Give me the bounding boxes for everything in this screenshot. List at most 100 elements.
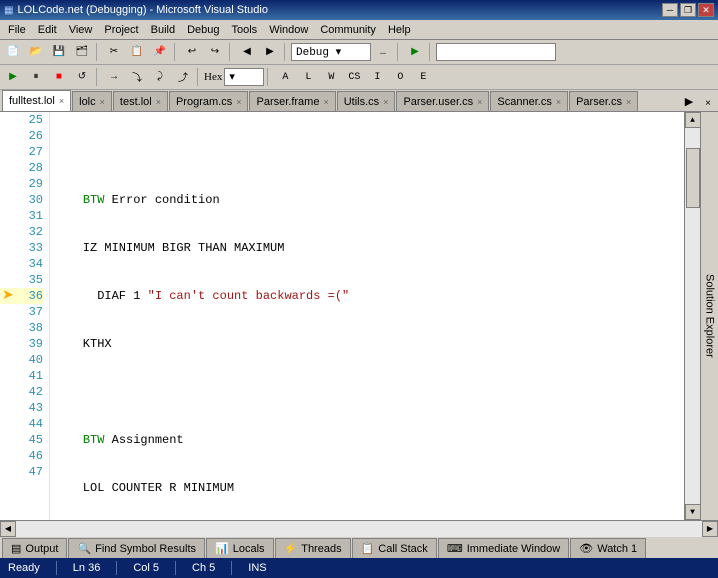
status-sep1 [56,561,57,575]
tab-parser-cs[interactable]: Parser.cs × [569,91,638,111]
callstack-btn[interactable]: CS [343,67,365,87]
menu-item-community[interactable]: Community [314,21,382,39]
undo-btn[interactable]: ↩ [181,42,203,62]
debug-toolbar: ▶ ⏸ ■ ↺ → ⤵ ⤸ ⤴ Hex ▾ A L W CS I O E [0,65,718,90]
debug-restart-btn[interactable]: ↺ [71,67,93,87]
tab-scanner-cs[interactable]: Scanner.cs × [490,91,568,111]
tab-close-btn[interactable]: × [383,97,388,107]
status-ready: Ready [8,562,40,574]
tab-close-btn[interactable]: × [156,97,161,107]
tab-output[interactable]: ▤ Output [2,538,67,558]
menu-item-build[interactable]: Build [145,21,181,39]
tab-immediate-window[interactable]: ⌨ Immediate Window [438,538,569,558]
immediate-btn[interactable]: I [366,67,388,87]
tab-close-btn[interactable]: × [323,97,328,107]
tab-call-stack[interactable]: 📋 Call Stack [352,538,437,558]
tab-program-cs[interactable]: Program.cs × [169,91,249,111]
tab-locals[interactable]: 📊 Locals [206,538,274,558]
menu-item-view[interactable]: View [63,21,99,39]
horizontal-scrollbar[interactable]: ◀ ▶ [0,520,718,536]
nav-fwd-btn[interactable]: ▶ [259,42,281,62]
code-content[interactable]: BTW Error condition IZ MINIMUM BIGR THAN… [50,112,684,520]
find-dropdown[interactable] [436,43,556,61]
close-button[interactable]: ✕ [698,3,714,17]
menu-item-debug[interactable]: Debug [181,21,225,39]
menu-item-edit[interactable]: Edit [32,21,63,39]
debug-stop-btn[interactable]: ■ [48,67,70,87]
tab-watch-1[interactable]: 👁 Watch 1 [570,538,646,558]
tab-test-lol[interactable]: test.lol × [113,91,168,111]
h-scroll-track[interactable] [16,521,702,537]
cut-btn[interactable]: ✂ [103,42,125,62]
tab-parser-user-cs[interactable]: Parser.user.cs × [396,91,489,111]
step-in-btn[interactable]: ⤵ [126,67,148,87]
open-btn[interactable]: 📂 [25,42,47,62]
autos-btn[interactable]: A [274,67,296,87]
tab-close-btn[interactable]: × [59,96,64,106]
status-ln: Ln 36 [73,562,101,574]
tab-close-btn[interactable]: × [477,97,482,107]
start-btn[interactable]: ▶ [404,42,426,62]
solution-explorer-panel[interactable]: Solution Explorer [700,112,718,520]
show-next-stmt-btn[interactable]: → [103,67,125,87]
code-line-29: KTHX [54,336,680,352]
nav-back-btn[interactable]: ◀ [236,42,258,62]
menu-item-project[interactable]: Project [98,21,144,39]
tab-parser-frame[interactable]: Parser.frame × [249,91,335,111]
save-all-btn[interactable]: 🗂 [71,42,93,62]
solution-explorer-label: Solution Explorer [704,274,716,358]
scroll-down-btn[interactable]: ▼ [685,504,701,520]
close-editor-btn[interactable]: × [700,95,716,111]
locals-btn[interactable]: L [297,67,319,87]
tab-find-symbol-results[interactable]: 🔍 Find Symbol Results [68,538,205,558]
menu-item-help[interactable]: Help [382,21,417,39]
scroll-left-btn[interactable]: ◀ [0,521,16,537]
tab-fulltest-lol[interactable]: fulltest.lol × [2,90,71,111]
window-controls: ─ ❐ ✕ [662,3,714,17]
redo-btn[interactable]: ↪ [204,42,226,62]
debug-pause-btn[interactable]: ⏸ [25,67,47,87]
editor-tab-bar: fulltest.lol × lolc × test.lol × Program… [0,90,718,112]
more-btn[interactable]: … [372,42,394,62]
sep4 [284,43,288,61]
new-file-btn[interactable]: 📄 [2,42,24,62]
output-btn[interactable]: O [389,67,411,87]
step-out-btn[interactable]: ⤴ [172,67,194,87]
tab-utils-cs[interactable]: Utils.cs × [337,91,396,111]
scroll-right-btn[interactable]: ▶ [702,521,718,537]
watch-btn[interactable]: W [320,67,342,87]
editor-area: ➤ 25 26 27 28 29 30 31 32 33 34 35 36 37… [0,112,718,520]
code-line-25 [54,144,680,160]
menu-item-window[interactable]: Window [263,21,314,39]
tab-close-btn[interactable]: × [556,97,561,107]
scroll-track[interactable] [685,128,701,504]
app-icon: ▦ [4,5,13,16]
minimize-button[interactable]: ─ [662,3,678,17]
code-line-28: DIAF 1 "I can't count backwards =(" [54,288,680,304]
tab-close-btn[interactable]: × [626,97,631,107]
copy-btn[interactable]: 📋 [126,42,148,62]
scroll-thumb[interactable] [686,148,700,208]
tab-lolc[interactable]: lolc × [72,91,112,111]
save-btn[interactable]: 💾 [48,42,70,62]
paste-btn[interactable]: 📌 [149,42,171,62]
hex-dropdown[interactable]: ▾ [224,68,264,86]
debug-play-btn[interactable]: ▶ [2,67,24,87]
menu-item-file[interactable]: File [2,21,32,39]
hex-toggle-group: Hex ▾ [204,68,264,86]
tab-scroll-right[interactable]: ▶ [681,91,697,111]
tab-threads[interactable]: ⚡ Threads [275,538,351,558]
exceptions-btn[interactable]: E [412,67,434,87]
menu-item-tools[interactable]: Tools [226,21,264,39]
tab-close-btn[interactable]: × [100,97,105,107]
tab-label: fulltest.lol [9,95,55,107]
scroll-up-btn[interactable]: ▲ [685,112,701,128]
code-line-27: IZ MINIMUM BIGR THAN MAXIMUM [54,240,680,256]
restore-button[interactable]: ❐ [680,3,696,17]
step-over-btn[interactable]: ⤸ [149,67,171,87]
config-dropdown[interactable]: Debug ▾ [291,43,371,61]
code-line-26: BTW Error condition [54,192,680,208]
vertical-scrollbar[interactable]: ▲ ▼ [684,112,700,520]
tab-close-btn[interactable]: × [236,97,241,107]
code-editor[interactable]: ➤ 25 26 27 28 29 30 31 32 33 34 35 36 37… [0,112,684,520]
